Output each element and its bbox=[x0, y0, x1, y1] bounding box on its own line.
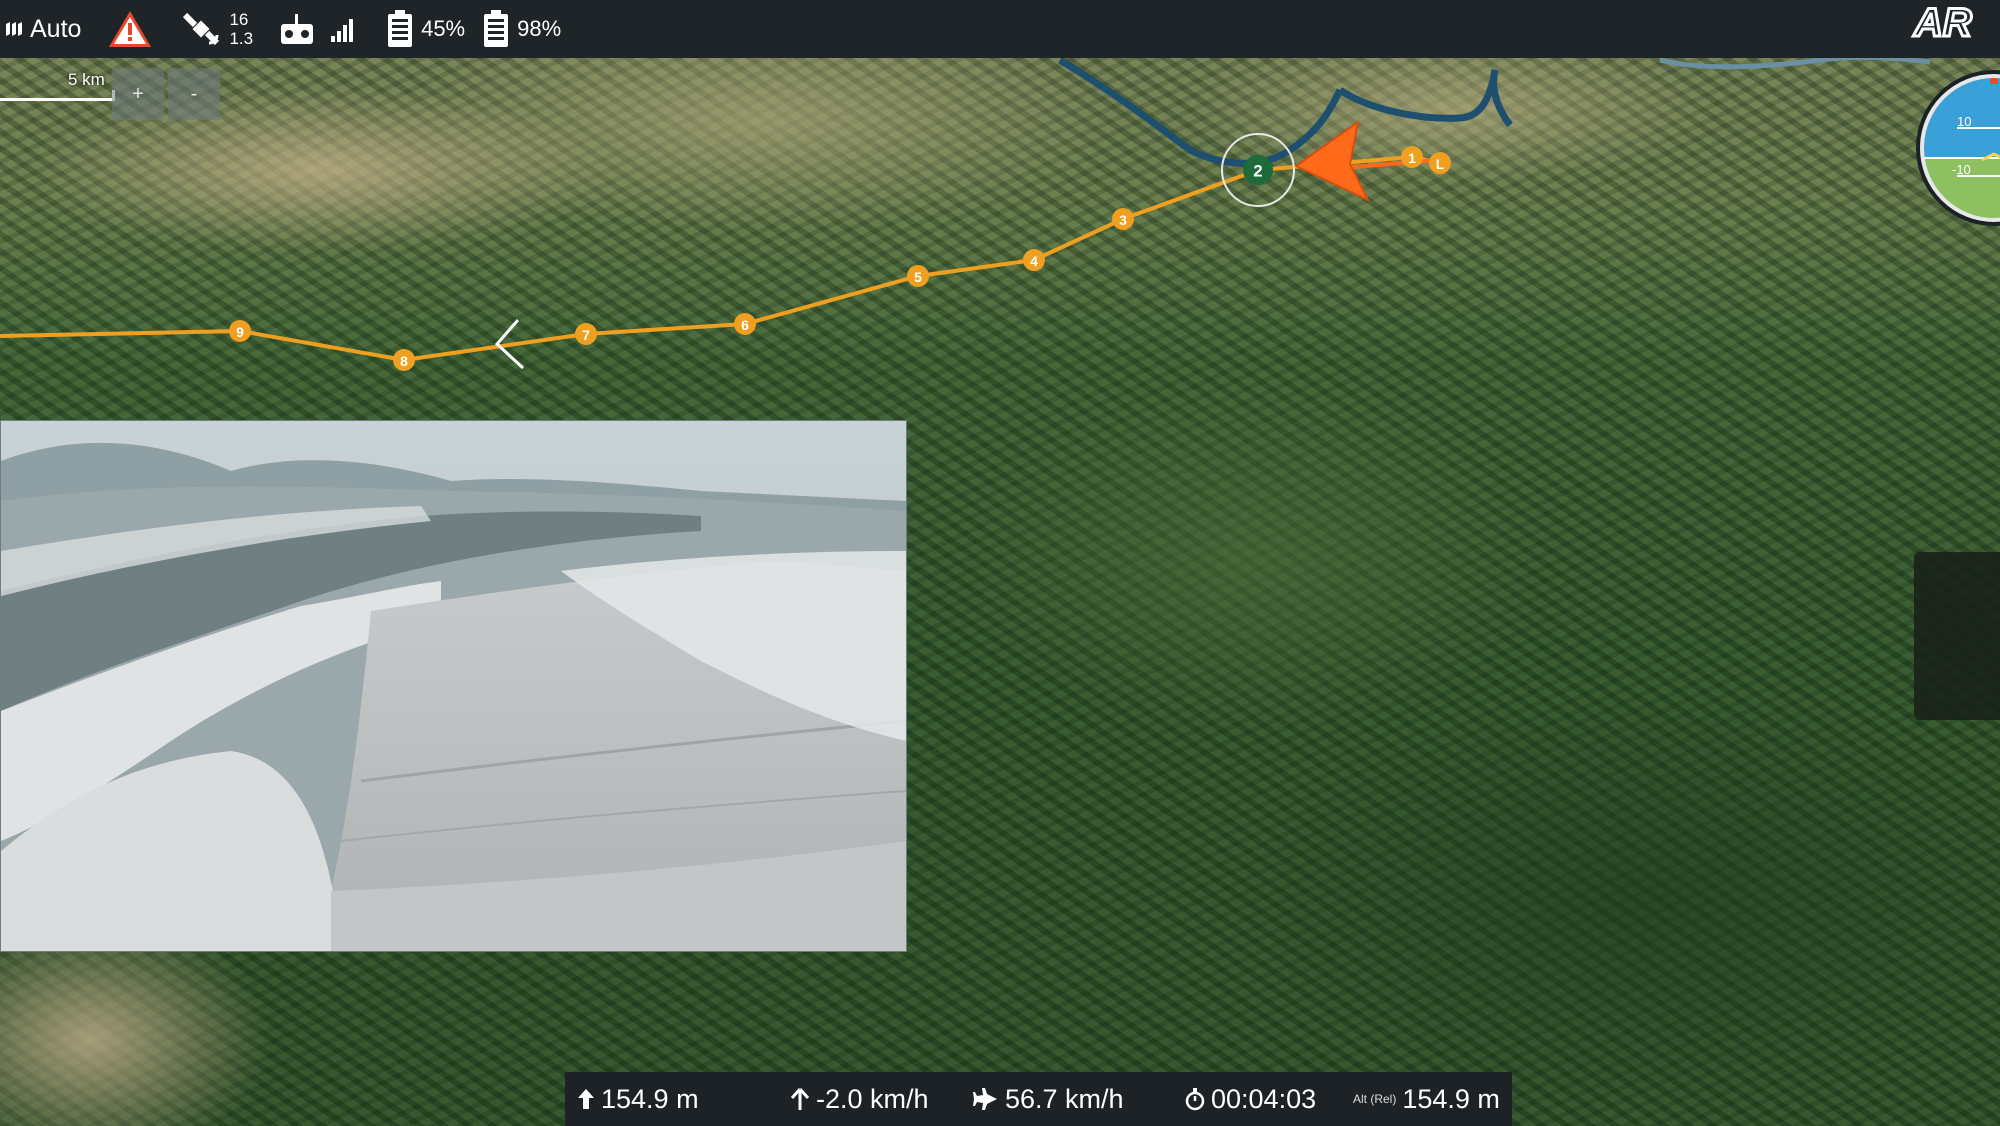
telemetry-bar: 154.9 m -2.0 km/h 56.7 km/h 00:04:03 Alt… bbox=[565, 1072, 1512, 1126]
battery-2-indicator[interactable]: 98% bbox=[483, 10, 561, 48]
river-2 bbox=[1659, 54, 1931, 70]
svg-text:2: 2 bbox=[1253, 162, 1262, 181]
flight-time-readout: 00:04:03 bbox=[1185, 1072, 1316, 1126]
svg-text:7: 7 bbox=[582, 327, 590, 343]
gps-values: 16 1.3 bbox=[229, 10, 253, 48]
alt-rel-caption: Alt (Rel) bbox=[1353, 1092, 1397, 1106]
vertical-speed-value: -2.0 km/h bbox=[816, 1083, 929, 1114]
battery-icon bbox=[484, 10, 509, 47]
stopwatch-icon bbox=[1185, 1088, 1205, 1111]
waypoint-7[interactable]: 7 bbox=[575, 323, 597, 345]
altitude-arrow-icon bbox=[578, 1089, 594, 1109]
flight-route-line bbox=[0, 154, 1441, 363]
warning-indicator[interactable] bbox=[107, 9, 153, 49]
vertical-speed-readout: -2.0 km/h bbox=[790, 1072, 929, 1126]
status-toolbar: Auto 16 1.3 45% 98% AR bbox=[0, 0, 2000, 58]
battery-1-percent: 45% bbox=[421, 16, 466, 41]
pitch-up-label: 10 bbox=[1957, 114, 1971, 129]
waypoint-3[interactable]: 3 bbox=[1112, 208, 1134, 230]
battery-2-percent: 98% bbox=[517, 16, 562, 41]
map-scale-control: 5 km + - bbox=[0, 62, 235, 122]
pitch-down-label: -10 bbox=[1952, 162, 1971, 177]
svg-text:4: 4 bbox=[1030, 253, 1038, 269]
altitude-readout: 154.9 m bbox=[577, 1072, 699, 1126]
alt-rel-value: 154.9 m bbox=[1402, 1083, 1500, 1114]
svg-text:3: 3 bbox=[1119, 212, 1127, 228]
flight-time-value: 00:04:03 bbox=[1211, 1083, 1317, 1114]
svg-text:AR: AR bbox=[1913, 1, 1972, 44]
waypoint-8[interactable]: 8 bbox=[393, 349, 415, 371]
rc-link-indicator[interactable] bbox=[279, 12, 357, 46]
flight-mode-icon bbox=[6, 22, 22, 36]
flight-mode-selector[interactable]: Auto bbox=[4, 15, 81, 44]
altitude-value: 154.9 m bbox=[601, 1083, 699, 1114]
waypoint-6[interactable]: 6 bbox=[734, 313, 756, 335]
waypoint-5[interactable]: 5 bbox=[907, 265, 929, 287]
zoom-in-button[interactable]: + bbox=[112, 68, 164, 120]
signal-strength-icon bbox=[331, 19, 354, 42]
svg-text:9: 9 bbox=[236, 324, 244, 340]
svg-text:L: L bbox=[1436, 156, 1445, 172]
svg-text:8: 8 bbox=[400, 353, 408, 369]
svg-text:5: 5 bbox=[914, 269, 922, 285]
hdop-value: 1.3 bbox=[229, 29, 254, 48]
relative-altitude-readout: Alt (Rel) 154.9 m bbox=[1353, 1072, 1500, 1126]
airplane-icon bbox=[973, 1088, 997, 1110]
satellite-icon bbox=[183, 12, 220, 46]
warning-triangle-icon bbox=[109, 11, 152, 47]
satellite-count: 16 bbox=[229, 10, 249, 29]
svg-text:1: 1 bbox=[1408, 150, 1416, 166]
waypoint-2-active[interactable]: 2 bbox=[1221, 133, 1295, 207]
ground-speed-readout: 56.7 km/h bbox=[973, 1072, 1124, 1126]
video-feed-panel[interactable] bbox=[0, 420, 907, 952]
waypoint-launch[interactable]: L bbox=[1429, 152, 1451, 174]
battery-1-indicator[interactable]: 45% bbox=[387, 10, 465, 48]
scale-bar bbox=[0, 90, 115, 101]
waypoint-1[interactable]: 1 bbox=[1401, 146, 1423, 168]
rc-transmitter-icon bbox=[281, 14, 314, 44]
attitude-indicator: 10 -10 bbox=[1916, 70, 2000, 226]
ground-speed-value: 56.7 km/h bbox=[1005, 1083, 1124, 1114]
scale-label: 5 km bbox=[68, 70, 105, 89]
camera-feed-image bbox=[1, 421, 906, 951]
app-logo: AR bbox=[1912, 0, 1974, 44]
gps-indicator[interactable]: 16 1.3 bbox=[181, 9, 253, 49]
vertical-speed-icon bbox=[790, 1088, 810, 1110]
zoom-out-button[interactable]: - bbox=[168, 68, 220, 120]
flight-mode-label: Auto bbox=[30, 14, 82, 43]
side-panel-handle[interactable] bbox=[1914, 552, 2000, 720]
battery-icon bbox=[388, 10, 413, 47]
waypoint-4[interactable]: 4 bbox=[1023, 249, 1045, 271]
svg-text:6: 6 bbox=[741, 317, 749, 333]
waypoint-9[interactable]: 9 bbox=[229, 320, 251, 342]
